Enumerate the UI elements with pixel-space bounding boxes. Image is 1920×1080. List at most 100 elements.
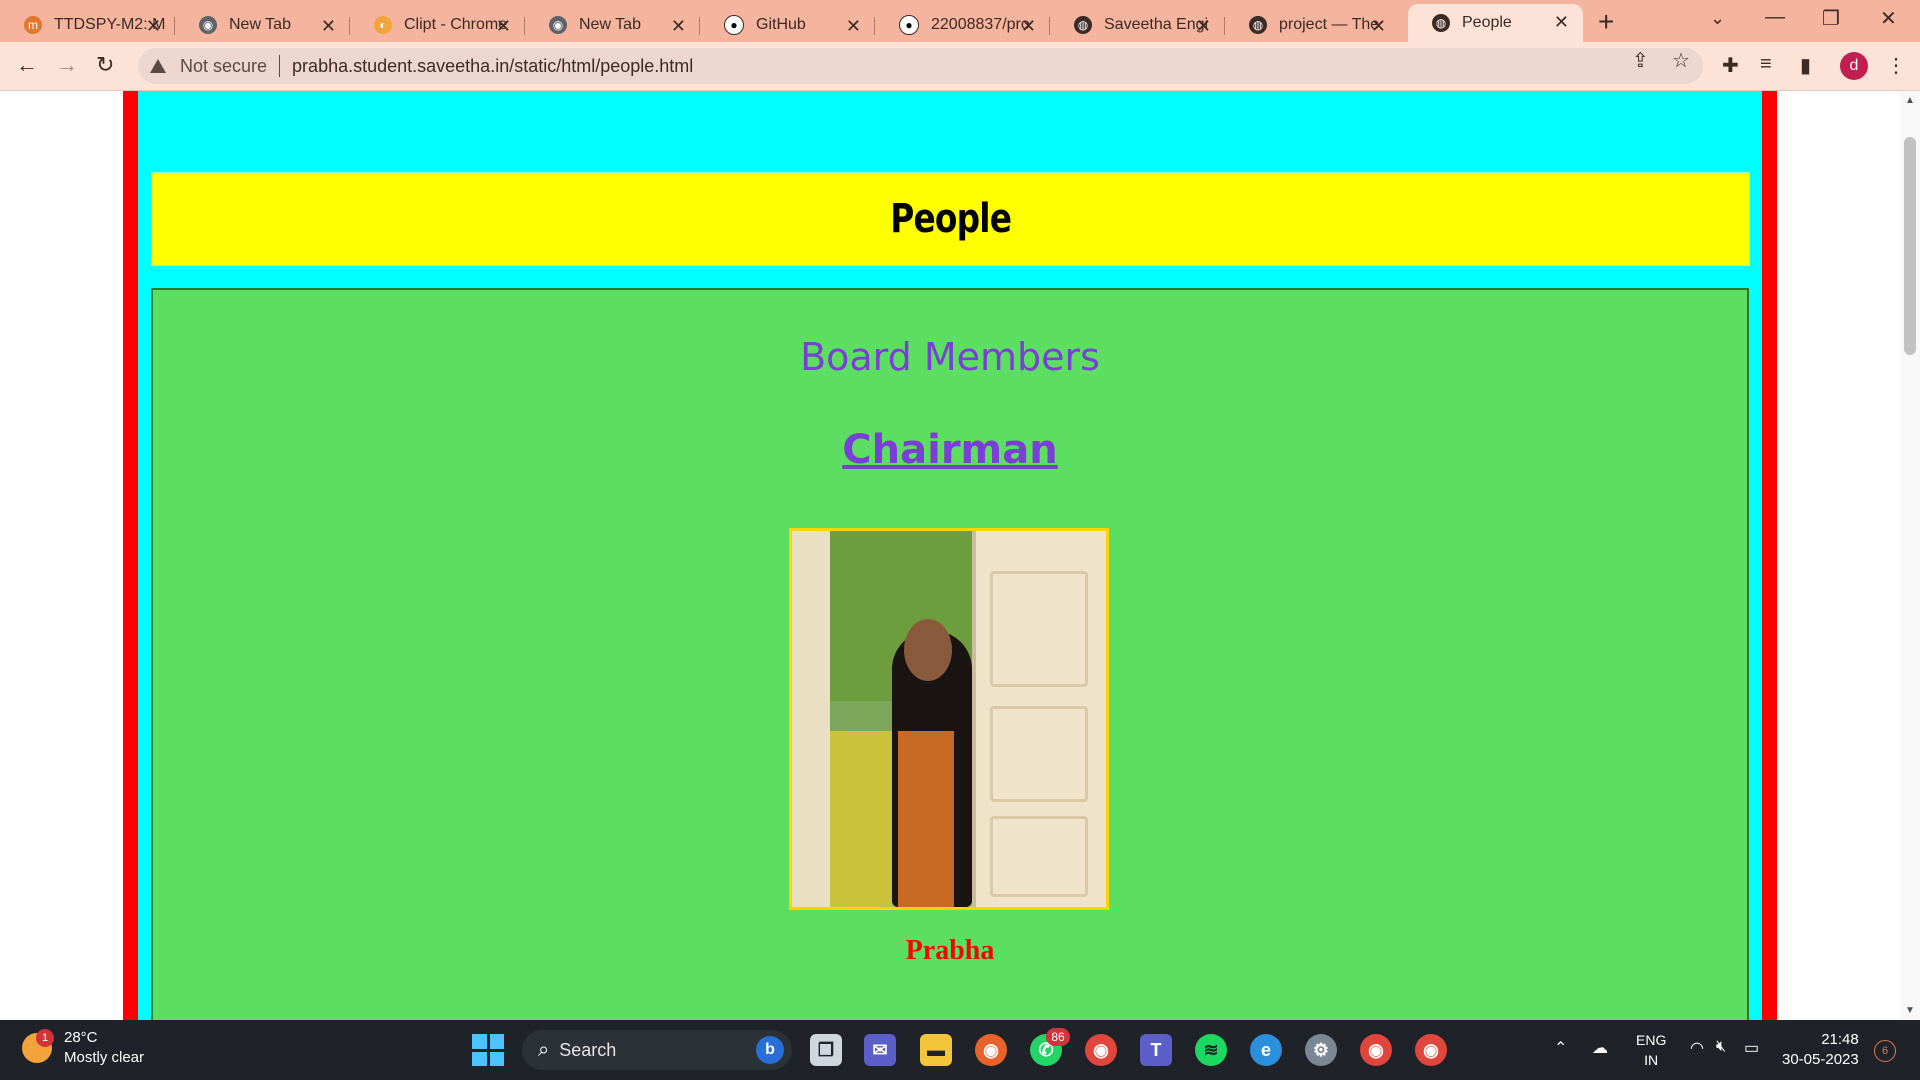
github-icon: ● xyxy=(724,15,744,35)
member-photo xyxy=(789,528,1109,910)
photo-right-door xyxy=(972,531,1106,907)
close-tab-icon[interactable]: ✕ xyxy=(1371,16,1386,37)
new-tab-icon[interactable]: + xyxy=(1598,6,1614,38)
weather-desc: Mostly clear xyxy=(64,1049,145,1066)
search-icon: ⌕ xyxy=(538,1038,550,1061)
task-view-icon[interactable]: ❐ xyxy=(810,1034,842,1066)
chrome-icon[interactable]: ◉ xyxy=(1085,1034,1117,1066)
weather-moon-icon: 1 xyxy=(22,1029,54,1063)
close-tab-icon[interactable]: ✕ xyxy=(496,16,511,37)
side-panel-icon[interactable]: ▮ xyxy=(1800,53,1811,78)
chrome-profile-icon[interactable]: ◉ xyxy=(1360,1034,1392,1066)
firefox-icon[interactable]: ◉ xyxy=(975,1034,1007,1066)
tray-chevron-up-icon[interactable]: ⌃ xyxy=(1554,1038,1567,1058)
browser-toolbar: ← → ↻ Not secure prabha.student.saveetha… xyxy=(0,42,1920,91)
close-tab-icon[interactable]: ✕ xyxy=(671,16,686,37)
chrome-icon: ◉ xyxy=(549,16,567,34)
weather-temp: 28°C xyxy=(64,1029,98,1046)
page-viewport: People Board Members Chairman Prabha xyxy=(0,91,1900,1020)
file-explorer-icon[interactable]: ▬ xyxy=(920,1034,952,1066)
settings-gear-icon[interactable]: ⚙ xyxy=(1305,1034,1337,1066)
taskbar-search[interactable]: ⌕ Search b xyxy=(522,1030,792,1070)
weather-widget[interactable]: 1 28°C Mostly clear xyxy=(22,1028,144,1068)
search-placeholder: Search xyxy=(559,1039,617,1060)
windows-taskbar: 1 28°C Mostly clear ⌕ Search b ❐ ✉ ▬ ◉ ✆… xyxy=(0,1020,1920,1080)
close-tab-icon[interactable]: ✕ xyxy=(1196,16,1211,37)
close-window-icon[interactable]: ✕ xyxy=(1880,6,1897,31)
menu-kebab-icon[interactable]: ⋮ xyxy=(1886,53,1906,78)
restore-icon[interactable]: ❐ xyxy=(1822,6,1840,31)
onedrive-icon[interactable]: ☁ xyxy=(1592,1038,1608,1058)
tab-clipt[interactable]: ◐ Clipt - Chrome ✕ xyxy=(350,8,525,42)
notification-badge[interactable]: 6 xyxy=(1874,1040,1896,1062)
bookmark-star-icon[interactable]: ☆ xyxy=(1672,48,1690,73)
tab-saveetha[interactable]: ◍ Saveetha Engi ✕ xyxy=(1050,8,1225,42)
photo-left-door xyxy=(792,531,830,907)
teams-icon[interactable]: T xyxy=(1140,1034,1172,1066)
edge-icon[interactable]: e xyxy=(1250,1034,1282,1066)
spotify-icon[interactable]: ≋ xyxy=(1195,1034,1227,1066)
tab-new-tab[interactable]: ◉ New Tab ✕ xyxy=(175,8,350,42)
url-text[interactable]: prabha.student.saveetha.in/static/html/p… xyxy=(292,56,693,77)
chrome-profile-2-icon[interactable]: ◉ xyxy=(1415,1034,1447,1066)
photo-face xyxy=(904,619,952,681)
close-tab-icon[interactable]: ✕ xyxy=(1554,12,1569,33)
forward-icon[interactable]: → xyxy=(56,52,78,78)
warning-icon[interactable] xyxy=(150,59,166,73)
door-panel xyxy=(990,571,1088,687)
door-panel xyxy=(990,816,1088,897)
media-control-icon[interactable]: ≡ xyxy=(1760,53,1772,76)
region-code: IN xyxy=(1644,1052,1659,1068)
tab-strip: m TTDSPY-M2: M ✕ ◉ New Tab ✕ ◐ Clipt - C… xyxy=(0,0,1920,42)
language-indicator[interactable]: ENG IN xyxy=(1636,1030,1666,1070)
tab-project[interactable]: ◍ project — The ✕ xyxy=(1225,8,1400,42)
scroll-up-icon[interactable]: ▲ xyxy=(1905,95,1915,106)
vertical-scrollbar[interactable]: ▲ ▼ xyxy=(1900,91,1920,1020)
scrollbar-thumb[interactable] xyxy=(1904,137,1916,355)
start-button[interactable] xyxy=(472,1034,504,1066)
clock-time: 21:48 xyxy=(1821,1031,1859,1048)
door-panel xyxy=(990,706,1088,802)
back-icon[interactable]: ← xyxy=(16,52,38,78)
section-title: Board Members xyxy=(800,335,1100,379)
extensions-icon[interactable]: ✚ xyxy=(1722,53,1739,78)
system-clock[interactable]: 21:48 30-05-2023 xyxy=(1782,1030,1859,1070)
reload-icon[interactable]: ↻ xyxy=(96,52,114,78)
globe-icon: ◍ xyxy=(1074,16,1092,34)
chrome-icon: ◉ xyxy=(199,16,217,34)
bing-icon[interactable]: b xyxy=(756,1036,784,1064)
globe-icon: ◍ xyxy=(1249,16,1267,34)
security-label[interactable]: Not secure xyxy=(180,56,267,77)
share-icon[interactable]: ⇪ xyxy=(1632,48,1649,73)
chairman-link[interactable]: Chairman xyxy=(153,427,1747,473)
profile-avatar[interactable]: d xyxy=(1840,52,1868,80)
address-bar[interactable]: Not secure prabha.student.saveetha.in/st… xyxy=(138,48,1703,84)
member-name: Prabha xyxy=(905,935,995,966)
omnibox-divider xyxy=(279,55,281,77)
moodle-icon: m xyxy=(24,16,42,34)
github-icon: ● xyxy=(899,15,919,35)
battery-icon[interactable]: ▭ xyxy=(1744,1038,1759,1058)
wifi-icon[interactable]: ◠ xyxy=(1690,1038,1704,1058)
tab-new-tab-2[interactable]: ◉ New Tab ✕ xyxy=(525,8,700,42)
tab-ttdspy[interactable]: m TTDSPY-M2: M ✕ xyxy=(0,8,175,42)
scroll-down-icon[interactable]: ▼ xyxy=(1905,1005,1915,1016)
tab-search-chevron-icon[interactable]: ⌄ xyxy=(1710,8,1725,29)
speaker-muted-icon[interactable]: 🔇︎ xyxy=(1716,1038,1726,1056)
tab-github-repo[interactable]: ● 22008837/pro ✕ xyxy=(875,8,1050,42)
language-code: ENG xyxy=(1636,1032,1667,1048)
close-tab-icon[interactable]: ✕ xyxy=(321,16,336,37)
clock-date: 30-05-2023 xyxy=(1782,1051,1859,1068)
close-tab-icon[interactable]: ✕ xyxy=(1021,16,1036,37)
tab-people[interactable]: ◍ People ✕ xyxy=(1408,4,1583,42)
close-tab-icon[interactable]: ✕ xyxy=(146,16,161,37)
close-tab-icon[interactable]: ✕ xyxy=(846,16,861,37)
minimize-icon[interactable]: — xyxy=(1765,6,1785,29)
tab-github[interactable]: ● GitHub ✕ xyxy=(700,8,875,42)
clipt-icon: ◐ xyxy=(374,16,392,34)
photo-dress xyxy=(898,731,954,907)
whatsapp-badge: 86 xyxy=(1046,1028,1070,1046)
teams-chat-icon[interactable]: ✉ xyxy=(864,1034,896,1066)
header-banner: People xyxy=(151,172,1750,266)
content-section: Board Members Chairman Prabha xyxy=(151,288,1749,1020)
